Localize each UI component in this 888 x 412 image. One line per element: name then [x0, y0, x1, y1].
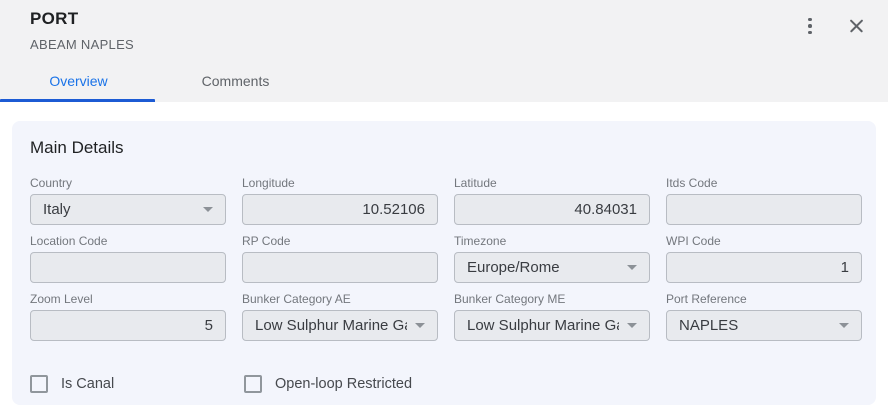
checkbox-label: Is Canal	[61, 376, 114, 392]
field-label: Zoom Level	[30, 292, 226, 306]
field-label: Bunker Category AE	[242, 292, 438, 306]
field-label: Itds Code	[666, 176, 862, 190]
bunker-category-ae-select[interactable]: Low Sulphur Marine Ga...	[242, 310, 438, 341]
field-timezone: Timezone Europe/Rome	[454, 234, 650, 283]
field-label: Longitude	[242, 176, 438, 190]
page-title: PORT	[30, 9, 78, 29]
kebab-menu-icon[interactable]	[796, 12, 824, 40]
field-label: Location Code	[30, 234, 226, 248]
wpi-code-input[interactable]: 1	[666, 252, 862, 283]
chevron-down-icon	[627, 265, 637, 270]
chevron-down-icon	[203, 207, 213, 212]
latitude-input[interactable]: 40.84031	[454, 194, 650, 225]
tab-overview[interactable]: Overview	[0, 60, 157, 102]
header-actions	[796, 12, 870, 40]
field-itds-code: Itds Code	[666, 176, 862, 225]
field-bunker-category-ae: Bunker Category AE Low Sulphur Marine Ga…	[242, 292, 438, 341]
field-zoom-level: Zoom Level 5	[30, 292, 226, 341]
tab-bar: Overview Comments	[0, 60, 314, 102]
field-longitude: Longitude 10.52106	[242, 176, 438, 225]
main-details-card: Main Details Country Italy Longitude 10.…	[12, 121, 876, 405]
section-title: Main Details	[30, 136, 862, 160]
tab-comments[interactable]: Comments	[157, 60, 314, 102]
field-location-code: Location Code	[30, 234, 226, 283]
rp-code-input[interactable]	[242, 252, 438, 283]
open-loop-restricted-checkbox-group[interactable]: Open-loop Restricted	[244, 375, 412, 393]
field-label: WPI Code	[666, 234, 862, 248]
field-label: Port Reference	[666, 292, 862, 306]
is-canal-checkbox-group[interactable]: Is Canal	[30, 375, 244, 393]
location-code-input[interactable]	[30, 252, 226, 283]
field-port-reference: Port Reference NAPLES	[666, 292, 862, 341]
country-select[interactable]: Italy	[30, 194, 226, 225]
bunker-category-me-select[interactable]: Low Sulphur Marine Ga...	[454, 310, 650, 341]
field-label: Latitude	[454, 176, 650, 190]
page-subtitle: ABEAM NAPLES	[30, 37, 134, 52]
chevron-down-icon	[839, 323, 849, 328]
longitude-input[interactable]: 10.52106	[242, 194, 438, 225]
field-label: Timezone	[454, 234, 650, 248]
close-icon[interactable]	[842, 12, 870, 40]
panel-header: PORT ABEAM NAPLES Overview Comments	[0, 0, 888, 102]
field-latitude: Latitude 40.84031	[454, 176, 650, 225]
checkbox-label: Open-loop Restricted	[275, 376, 412, 392]
field-label: Bunker Category ME	[454, 292, 650, 306]
kebab-menu-dots	[808, 18, 812, 35]
fields-grid: Country Italy Longitude 10.52106 Latitud…	[30, 176, 862, 341]
itds-code-input[interactable]	[666, 194, 862, 225]
zoom-level-input[interactable]: 5	[30, 310, 226, 341]
timezone-select[interactable]: Europe/Rome	[454, 252, 650, 283]
field-country: Country Italy	[30, 176, 226, 225]
close-x-glyph	[849, 19, 864, 34]
chevron-down-icon	[627, 323, 637, 328]
open-loop-restricted-checkbox[interactable]	[244, 375, 262, 393]
chevron-down-icon	[415, 323, 425, 328]
checkbox-row: Is Canal Open-loop Restricted	[30, 375, 862, 393]
port-reference-select[interactable]: NAPLES	[666, 310, 862, 341]
field-bunker-category-me: Bunker Category ME Low Sulphur Marine Ga…	[454, 292, 650, 341]
is-canal-checkbox[interactable]	[30, 375, 48, 393]
field-rp-code: RP Code	[242, 234, 438, 283]
field-wpi-code: WPI Code 1	[666, 234, 862, 283]
field-label: Country	[30, 176, 226, 190]
field-label: RP Code	[242, 234, 438, 248]
